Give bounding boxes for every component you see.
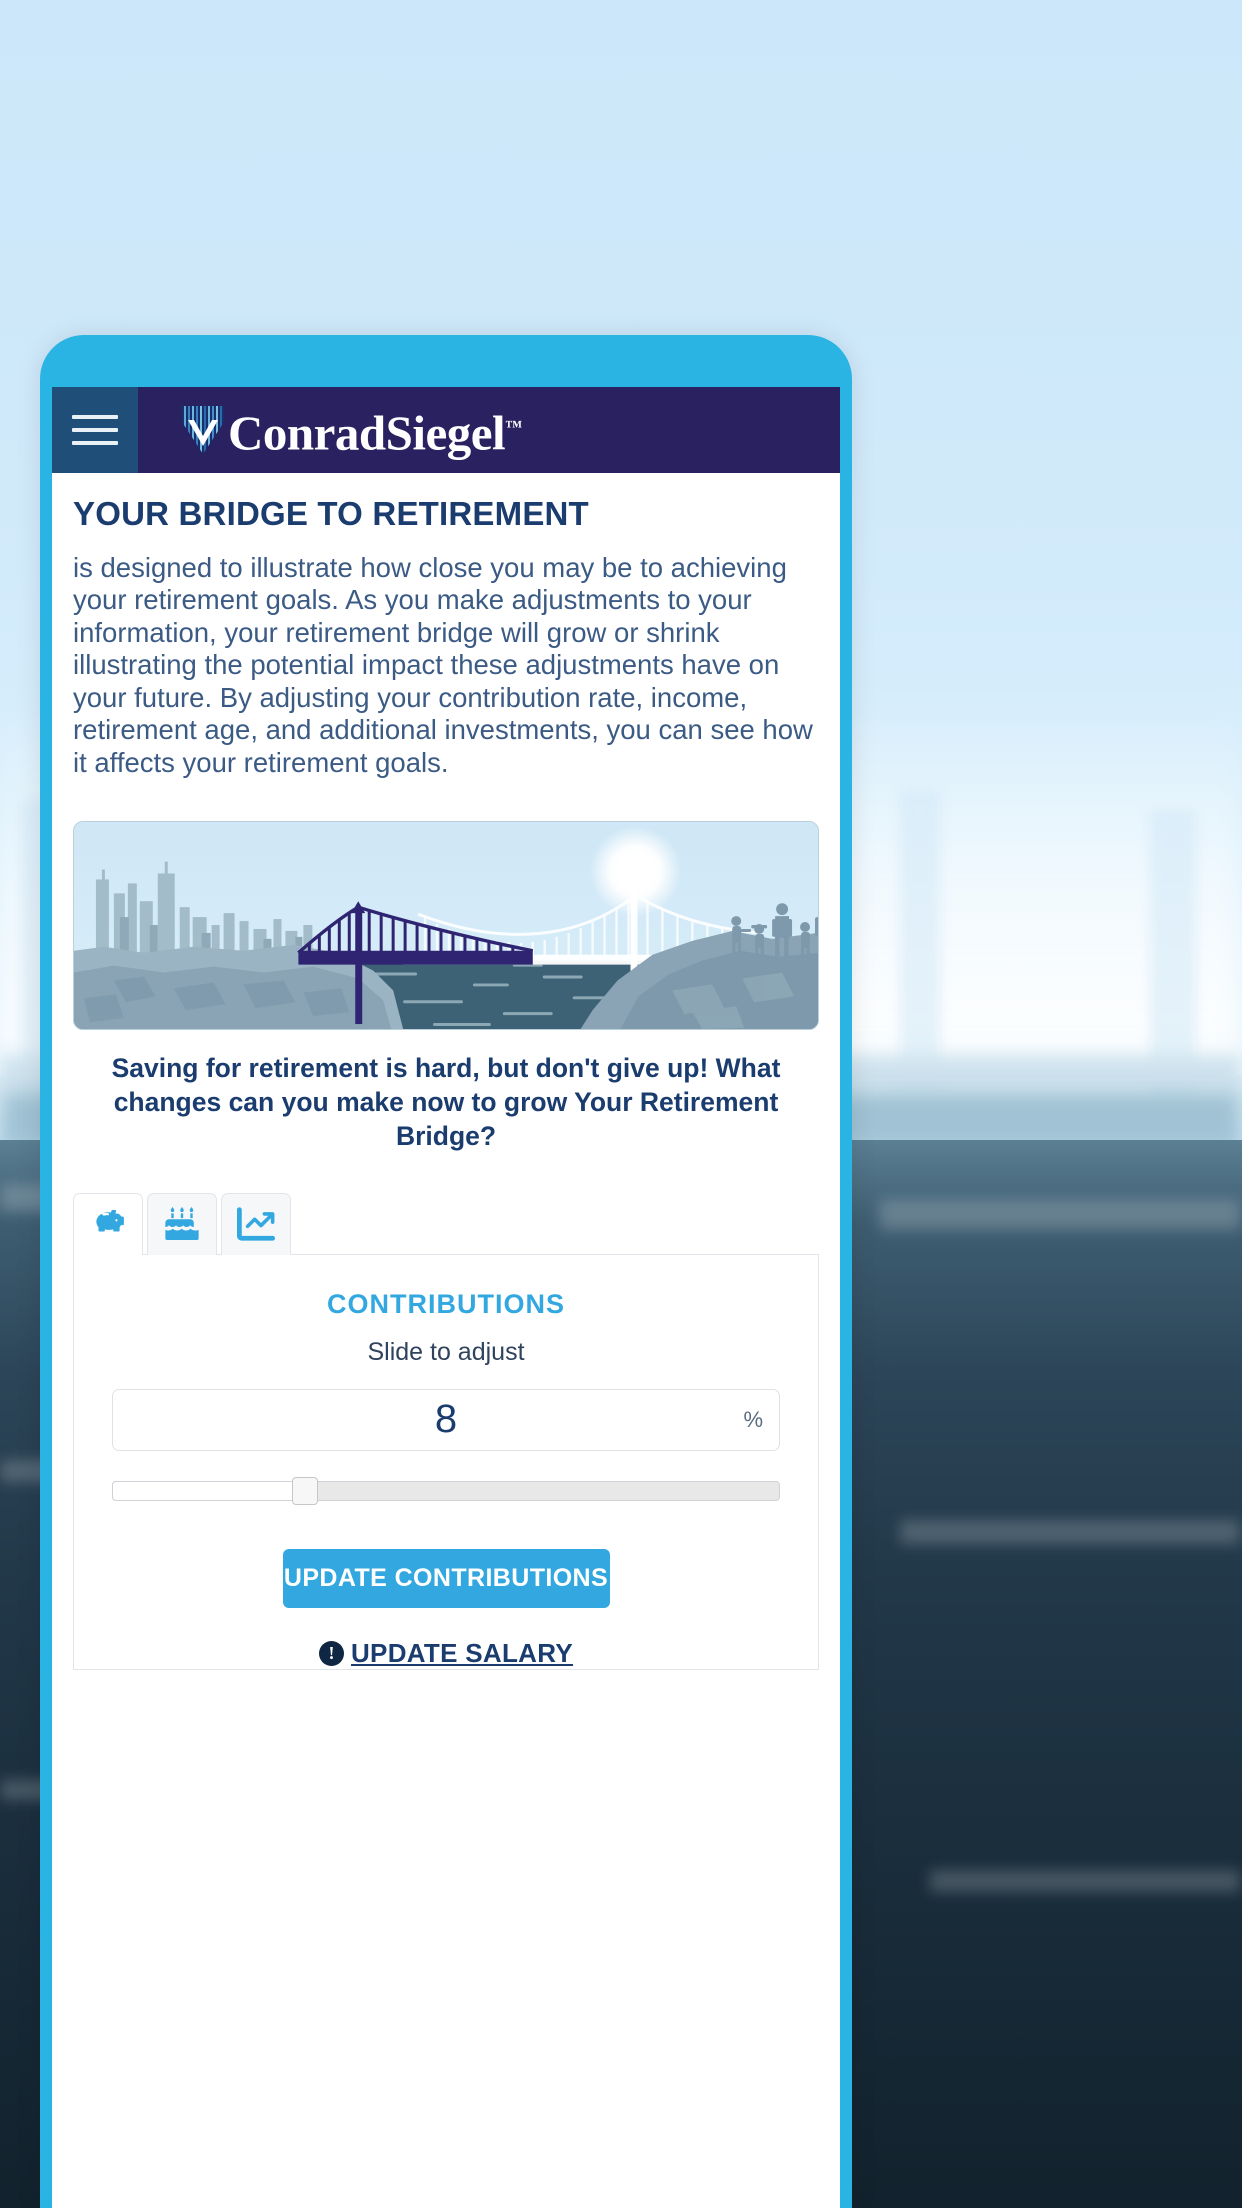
panel-title: CONTRIBUTIONS [327, 1288, 565, 1319]
tab-investments[interactable] [221, 1192, 291, 1255]
menu-bar [72, 415, 118, 419]
menu-bar [72, 428, 118, 432]
update-salary-link[interactable]: ! UPDATE SALARY [112, 1638, 780, 1669]
menu-bar [72, 441, 118, 445]
slider-thumb[interactable] [292, 1476, 319, 1505]
contribution-value: 8 [434, 1397, 458, 1442]
birthday-cake-icon [165, 1207, 199, 1241]
bridge-scene-svg [74, 822, 818, 1030]
retirement-bridge-illustration [73, 821, 819, 1031]
tab-retirement-age[interactable] [147, 1192, 217, 1255]
brand-name-text: ConradSiegel [228, 405, 506, 461]
phone-frame: ConradSiegel™ YOUR BRIDGE TO RETIREMENT … [40, 335, 852, 2208]
panel-subtitle: Slide to adjust [367, 1337, 525, 1366]
update-salary-label: UPDATE SALARY [350, 1637, 574, 1668]
contribution-input[interactable]: 8 % [112, 1388, 780, 1451]
update-contributions-button[interactable]: UPDATE CONTRIBUTIONS [282, 1548, 610, 1608]
backdrop-streak [900, 1520, 1240, 1544]
intro-paragraph: is designed to illustrate how close you … [73, 552, 813, 778]
hamburger-menu-icon[interactable] [52, 387, 138, 473]
tab-bar [73, 1192, 819, 1255]
backdrop-streak [880, 1200, 1240, 1230]
tab-contributions[interactable] [73, 1192, 143, 1255]
brand-logo[interactable]: ConradSiegel™ [182, 401, 522, 459]
brand-trademark: ™ [505, 416, 522, 436]
illustration-caption: Saving for retirement is hard, but don't… [111, 1053, 781, 1151]
backdrop-streak [930, 1870, 1240, 1892]
app-header: ConradSiegel™ [52, 387, 840, 473]
backdrop-pillar [900, 790, 940, 1090]
info-circle-icon: ! [318, 1640, 344, 1666]
brand-name: ConradSiegel™ [228, 401, 522, 459]
conrad-siegel-logo-mark-icon [182, 405, 224, 454]
slider-fill [112, 1480, 300, 1501]
page-title: YOUR BRIDGE TO RETIREMENT [73, 495, 589, 532]
contributions-panel: CONTRIBUTIONS Slide to adjust 8 % UPDATE… [73, 1253, 819, 1670]
piggy-bank-icon [96, 1210, 124, 1232]
contribution-unit: % [743, 1406, 763, 1432]
contribution-slider[interactable] [112, 1476, 780, 1505]
page-content: YOUR BRIDGE TO RETIREMENT is designed to… [52, 473, 840, 1670]
phone-screen: ConradSiegel™ YOUR BRIDGE TO RETIREMENT … [52, 387, 840, 2208]
chart-line-icon [237, 1207, 275, 1241]
